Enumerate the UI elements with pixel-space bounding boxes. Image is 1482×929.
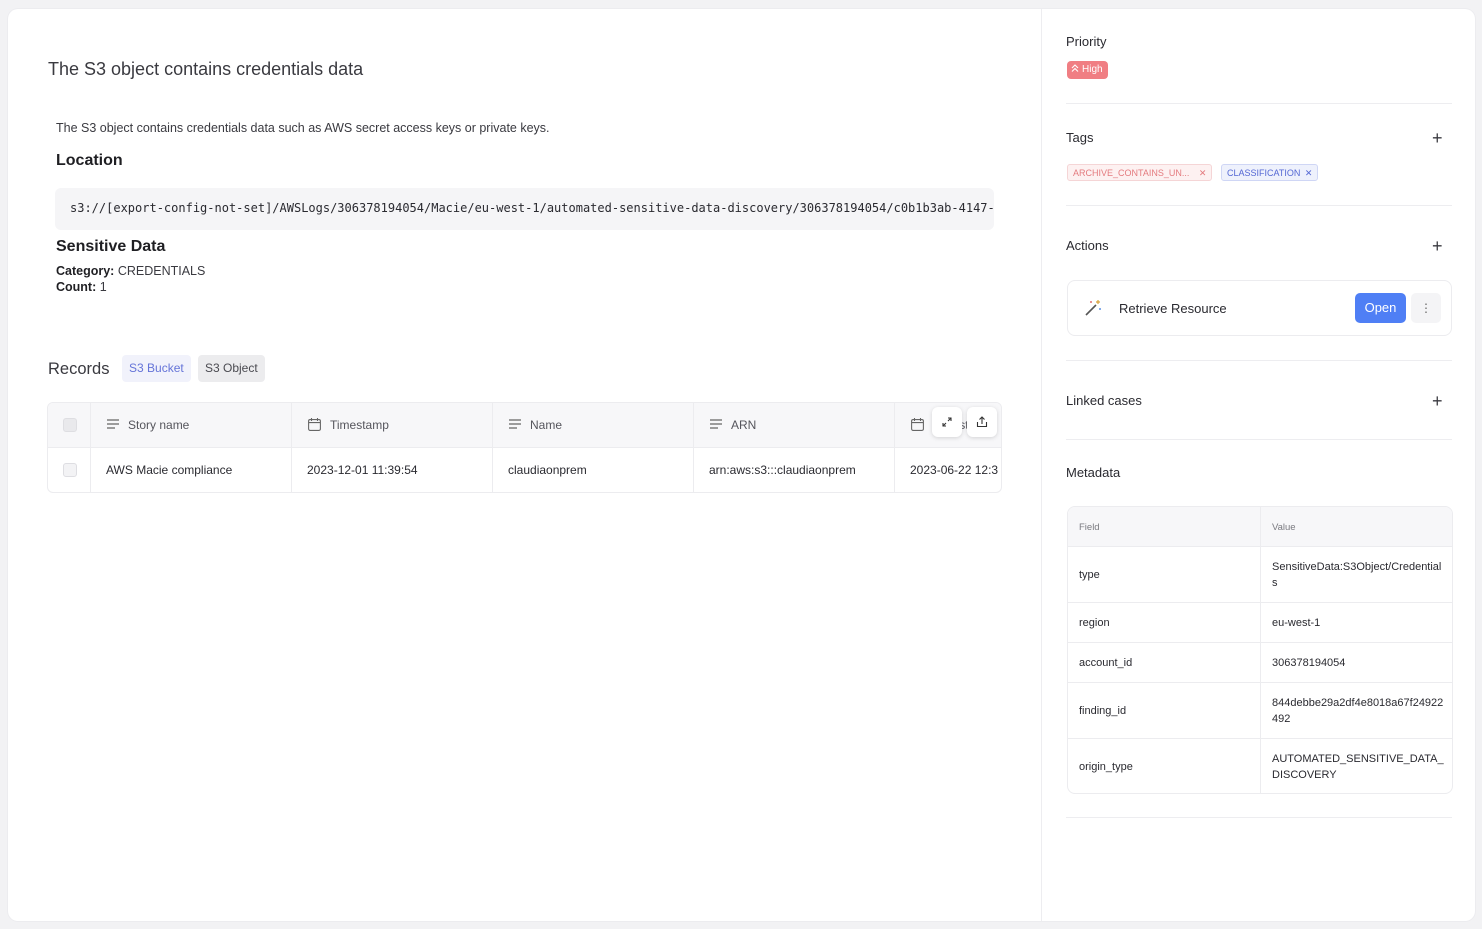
sensitive-data-heading: Sensitive Data	[56, 238, 166, 255]
finding-description: The S3 object contains credentials data …	[56, 121, 550, 135]
count-value: 1	[99, 280, 107, 294]
column-separator	[1260, 643, 1261, 682]
tag-label: CLASSIFICATION	[1227, 168, 1301, 178]
add-tag-button[interactable]: +	[1432, 129, 1443, 147]
metadata-field: finding_id	[1079, 705, 1127, 717]
export-table-button[interactable]	[967, 407, 997, 437]
calendar-icon	[911, 417, 924, 431]
column-header-name[interactable]: Name	[493, 403, 694, 448]
text-lines-icon	[710, 419, 722, 429]
column-separator	[1260, 603, 1261, 642]
divider	[1066, 817, 1452, 818]
location-code-block: s3://[export-config-not-set]/AWSLogs/306…	[55, 188, 994, 230]
table-header: Story name Timestamp Name ARN Timestamp	[48, 403, 1001, 448]
actions-label: Actions	[1066, 238, 1109, 253]
select-all-checkbox[interactable]	[63, 418, 77, 432]
tag-archive-contains[interactable]: ARCHIVE_CONTAINS_UN... ✕	[1067, 164, 1213, 181]
metadata-value: 844debbe29a2df4e8018a67f24922492	[1272, 697, 1444, 725]
metadata-field: type	[1079, 569, 1100, 581]
count-line: Count: 1	[56, 280, 107, 294]
metadata-row: origin_type AUTOMATED_SENSITIVE_DATA_DIS…	[1068, 739, 1452, 793]
location-path: s3://[export-config-not-set]/AWSLogs/306…	[70, 201, 994, 215]
divider	[1066, 103, 1452, 104]
tags-label: Tags	[1066, 130, 1094, 145]
details-sidebar: Priority High Tags + ARCHIVE_CONTAINS_UN…	[1041, 9, 1475, 921]
metadata-field: origin_type	[1079, 761, 1133, 773]
priority-badge[interactable]: High	[1067, 61, 1108, 79]
text-lines-icon	[509, 419, 521, 429]
column-header-label: ARN	[731, 418, 757, 432]
location-heading: Location	[56, 152, 123, 169]
linked-cases-label: Linked cases	[1066, 393, 1142, 408]
records-title: Records	[48, 360, 110, 378]
cell-timestamp: 2023-12-01 11:39:54	[292, 448, 493, 492]
expand-table-button[interactable]	[932, 407, 962, 437]
metadata-field: region	[1079, 617, 1110, 629]
divider	[1066, 205, 1452, 206]
more-options-button[interactable]: ⋮	[1411, 293, 1441, 323]
column-header-label: Timestamp	[330, 418, 389, 432]
column-header-story-name[interactable]: Story name	[91, 403, 292, 448]
column-header-timestamp[interactable]: Timestamp	[292, 403, 493, 448]
cell-timestamp-2: 2023-06-22 12:3	[910, 463, 999, 477]
main-panel: The S3 object contains credentials data …	[8, 9, 1041, 921]
expand-icon	[942, 417, 952, 427]
column-separator	[1260, 507, 1261, 546]
row-select-cell	[48, 448, 91, 492]
share-icon	[976, 416, 988, 428]
add-linked-case-button[interactable]: +	[1432, 392, 1443, 410]
column-header-label: Name	[530, 418, 563, 432]
column-separator	[1260, 547, 1261, 602]
metadata-value-header: Value	[1272, 522, 1296, 533]
column-separator	[1260, 739, 1261, 793]
column-header-label: Story name	[128, 418, 190, 432]
metadata-value: AUTOMATED_SENSITIVE_DATA_DISCOVERY	[1272, 753, 1444, 781]
category-label: Category:	[56, 264, 115, 278]
double-chevron-up-icon	[1071, 64, 1079, 73]
column-header-arn[interactable]: ARN	[694, 403, 895, 448]
metadata-table: Field Value type SensitiveData:S3Object/…	[1067, 506, 1453, 794]
records-table: Story name Timestamp Name ARN Timestamp	[47, 402, 1002, 493]
case-detail-card: The S3 object contains credentials data …	[8, 9, 1475, 921]
page-title: The S3 object contains credentials data	[48, 59, 364, 79]
divider	[1066, 439, 1452, 440]
tag-label: ARCHIVE_CONTAINS_UN...	[1073, 168, 1190, 178]
metadata-value: 306378194054	[1272, 657, 1346, 669]
count-label: Count:	[56, 280, 97, 294]
header-select-cell	[48, 403, 91, 448]
tag-classification[interactable]: CLASSIFICATION ✕	[1221, 164, 1319, 181]
category-value: CREDENTIALS	[117, 264, 206, 278]
tab-s3-bucket[interactable]: S3 Bucket	[122, 355, 191, 382]
priority-label: Priority	[1066, 34, 1107, 49]
metadata-row: finding_id 844debbe29a2df4e8018a67f24922…	[1068, 683, 1452, 739]
metadata-field-header: Field	[1079, 522, 1100, 533]
open-button[interactable]: Open	[1355, 293, 1406, 323]
metadata-field: account_id	[1079, 657, 1133, 669]
metadata-label: Metadata	[1066, 465, 1121, 480]
cell-arn: arn:aws:s3:::claudiaonprem	[694, 448, 895, 492]
divider	[1066, 360, 1452, 361]
metadata-row: account_id 306378194054	[1068, 643, 1452, 683]
metadata-value: eu-west-1	[1272, 617, 1321, 629]
cell-story-name: AWS Macie compliance	[91, 448, 292, 492]
add-action-button[interactable]: +	[1432, 237, 1443, 255]
cell-name: claudiaonprem	[493, 448, 694, 492]
metadata-row: type SensitiveData:S3Object/Credentials	[1068, 547, 1452, 603]
tab-s3-object[interactable]: S3 Object	[198, 355, 265, 382]
metadata-value: SensitiveData:S3Object/Credentials	[1272, 561, 1442, 589]
calendar-icon	[308, 417, 321, 431]
magic-wand-icon	[1085, 300, 1101, 316]
text-lines-icon	[107, 419, 119, 429]
action-card-retrieve-resource: Retrieve Resource Open ⋮	[1067, 280, 1452, 336]
metadata-header-row: Field Value	[1068, 507, 1452, 547]
priority-value: High	[1082, 64, 1103, 75]
row-checkbox[interactable]	[63, 463, 77, 477]
category-line: Category: CREDENTIALS	[56, 264, 205, 278]
action-name: Retrieve Resource	[1119, 301, 1227, 316]
table-row[interactable]: AWS Macie compliance 2023-12-01 11:39:54…	[48, 448, 1001, 492]
metadata-row: region eu-west-1	[1068, 603, 1452, 643]
column-separator	[1260, 683, 1261, 738]
tag-remove-icon[interactable]: ✕	[1305, 168, 1313, 178]
tag-remove-icon[interactable]: ✕	[1199, 168, 1207, 178]
